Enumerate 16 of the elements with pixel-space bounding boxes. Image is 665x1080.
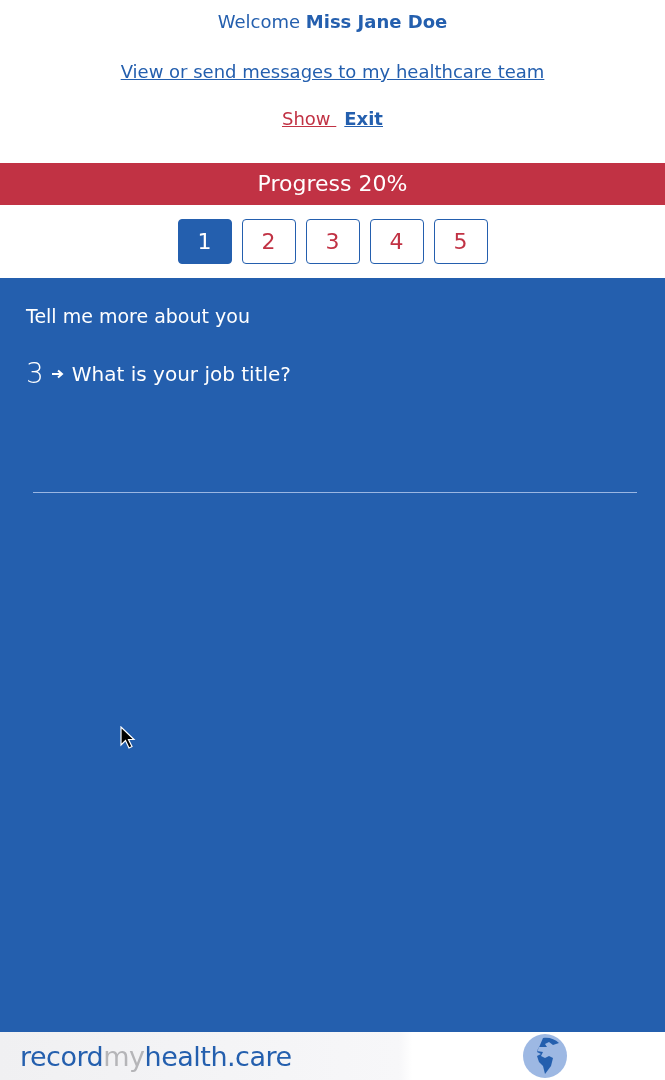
show-link[interactable]: Show [282, 108, 337, 129]
question-text: What is your job title? [71, 361, 291, 386]
cursor-icon [120, 726, 136, 750]
messages-link[interactable]: View or send messages to my healthcare team [120, 61, 545, 82]
welcome-text: Welcome Miss Jane Doe [217, 11, 448, 34]
globe-icon [523, 1034, 567, 1078]
page-button[interactable]: 4 [369, 219, 424, 264]
question-number: 3 [26, 357, 44, 390]
page-button[interactable]: 1 [177, 219, 232, 264]
arrow-icon [51, 368, 64, 379]
exit-link[interactable]: Exit [344, 108, 383, 129]
page-button[interactable]: 2 [241, 219, 296, 264]
page-button[interactable]: 5 [433, 219, 488, 264]
page-button[interactable]: 3 [305, 219, 360, 264]
logo: recordmyhealth.care [20, 1040, 292, 1072]
section-title: Tell me more about you [26, 305, 251, 327]
